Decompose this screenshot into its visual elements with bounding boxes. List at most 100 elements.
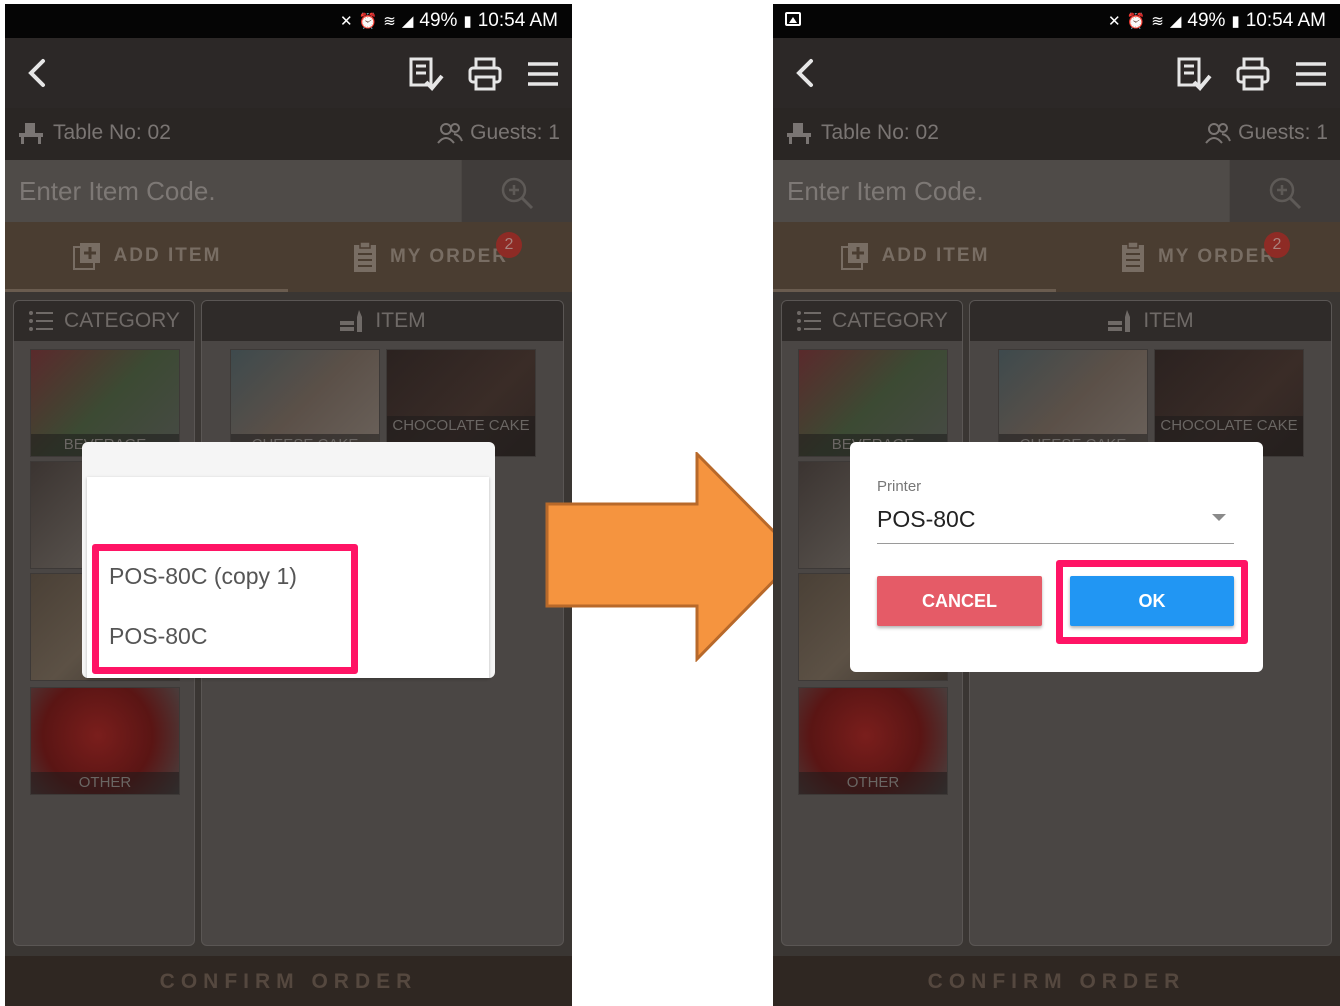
tab-add-item-label: ADD ITEM bbox=[881, 244, 990, 266]
clipboard-icon bbox=[1121, 241, 1144, 272]
back-arrow-icon[interactable] bbox=[791, 58, 821, 88]
add-box-icon bbox=[72, 242, 100, 270]
wifi-icon: ≋ bbox=[1151, 13, 1164, 30]
table-icon bbox=[787, 123, 811, 144]
category-tile-label: OTHER bbox=[799, 772, 947, 794]
food-icon bbox=[340, 310, 363, 332]
order-check-icon[interactable] bbox=[1176, 56, 1212, 92]
tab-add-item[interactable]: ADD ITEM bbox=[773, 222, 1056, 292]
tab-my-order[interactable]: MY ORDER 2 bbox=[1056, 222, 1340, 292]
item-tile-cheese-cake[interactable]: CHEESE CAKE bbox=[998, 349, 1148, 457]
confirm-order-button[interactable]: CONFIRM ORDER bbox=[5, 956, 572, 1006]
battery-level: 49% bbox=[1187, 10, 1226, 31]
item-panel-title: ITEM bbox=[1143, 309, 1194, 332]
battery-icon: ▮ bbox=[1231, 13, 1240, 30]
category-panel-title: CATEGORY bbox=[64, 309, 180, 332]
item-panel-header: ITEM bbox=[202, 301, 563, 341]
alarm-icon: ⏰ bbox=[1126, 13, 1146, 30]
food-icon bbox=[1108, 310, 1131, 332]
item-code-input[interactable] bbox=[5, 160, 461, 222]
list-icon bbox=[797, 311, 822, 331]
table-number-text: Table No: 02 bbox=[53, 121, 171, 144]
category-tile-beverage[interactable]: BEVERAGE bbox=[798, 349, 948, 457]
search-button[interactable] bbox=[462, 160, 572, 222]
cancel-button[interactable]: CANCEL bbox=[877, 576, 1042, 626]
category-tile-beverage[interactable]: BEVERAGE bbox=[30, 349, 180, 457]
dropdown-arrow-icon[interactable] bbox=[1212, 514, 1226, 521]
table-number: Table No: 02 bbox=[17, 121, 171, 145]
item-panel-header: ITEM bbox=[970, 301, 1331, 341]
zoom-in-icon bbox=[1269, 177, 1302, 210]
category-tile-other[interactable]: OTHER bbox=[798, 687, 948, 795]
app-toolbar bbox=[773, 38, 1340, 108]
menu-icon[interactable] bbox=[525, 56, 561, 92]
status-bar: ✕ ⏰ ≋ ◢ 49% ▮ 10:54 AM bbox=[773, 4, 1340, 38]
item-code-row bbox=[773, 160, 1340, 222]
printer-field-label: Printer bbox=[877, 478, 922, 495]
printer-icon[interactable] bbox=[467, 56, 503, 92]
search-button[interactable] bbox=[1230, 160, 1340, 222]
order-tabs: ADD ITEM MY ORDER 2 bbox=[5, 222, 572, 292]
category-panel-title: CATEGORY bbox=[832, 309, 948, 332]
wifi-icon: ≋ bbox=[383, 13, 396, 30]
right-arrow-icon bbox=[545, 452, 800, 662]
order-tabs: ADD ITEM MY ORDER 2 bbox=[773, 222, 1340, 292]
item-tile-chocolate-cake[interactable]: CHOCOLATE CAKE bbox=[1154, 349, 1304, 457]
order-info-bar: Table No: 02 Guests: 1 bbox=[5, 108, 572, 160]
zoom-in-icon bbox=[501, 177, 534, 210]
battery-icon: ▮ bbox=[463, 13, 472, 30]
guest-count-text: Guests: 1 bbox=[1238, 121, 1328, 144]
battery-level: 49% bbox=[419, 10, 458, 31]
category-tile-other[interactable]: OTHER bbox=[30, 687, 180, 795]
item-code-input[interactable] bbox=[773, 160, 1229, 222]
clock: 10:54 AM bbox=[1245, 10, 1326, 31]
add-box-icon bbox=[840, 242, 868, 270]
guest-count: Guests: 1 bbox=[436, 121, 560, 145]
printer-field-underline bbox=[877, 543, 1234, 544]
tab-my-order[interactable]: MY ORDER 2 bbox=[288, 222, 572, 292]
guests-icon bbox=[437, 123, 464, 144]
phone-screen-before: ✕ ⏰ ≋ ◢ 49% ▮ 10:54 AM Table No: 02 Gues bbox=[5, 4, 572, 1006]
back-arrow-icon[interactable] bbox=[23, 58, 53, 88]
phone-screen-after: ✕ ⏰ ≋ ◢ 49% ▮ 10:54 AM Table No: 02 Gues bbox=[773, 4, 1340, 1006]
alarm-icon: ⏰ bbox=[358, 13, 378, 30]
list-icon bbox=[29, 311, 54, 331]
order-info-bar: Table No: 02 Guests: 1 bbox=[773, 108, 1340, 160]
mute-icon: ✕ bbox=[340, 13, 353, 30]
printer-icon[interactable] bbox=[1235, 56, 1271, 92]
guests-icon bbox=[1205, 123, 1232, 144]
category-panel-header: CATEGORY bbox=[14, 301, 194, 341]
table-icon bbox=[19, 123, 43, 144]
printer-select[interactable]: POS-80C bbox=[877, 506, 975, 533]
guest-count-text: Guests: 1 bbox=[470, 121, 560, 144]
signal-icon: ◢ bbox=[1169, 13, 1182, 30]
order-check-icon[interactable] bbox=[408, 56, 444, 92]
menu-icon[interactable] bbox=[1293, 56, 1329, 92]
item-tile-cheese-cake[interactable]: CHEESE CAKE bbox=[230, 349, 380, 457]
signal-icon: ◢ bbox=[401, 13, 414, 30]
tab-add-item[interactable]: ADD ITEM bbox=[5, 222, 288, 292]
guest-count: Guests: 1 bbox=[1204, 121, 1328, 145]
clipboard-icon bbox=[353, 241, 376, 272]
tab-add-item-label: ADD ITEM bbox=[113, 244, 222, 266]
table-number-text: Table No: 02 bbox=[821, 121, 939, 144]
highlight-box bbox=[1056, 560, 1248, 644]
order-count-badge: 2 bbox=[496, 232, 522, 258]
status-bar: ✕ ⏰ ≋ ◢ 49% ▮ 10:54 AM bbox=[5, 4, 572, 38]
tab-my-order-label: MY ORDER bbox=[1157, 246, 1277, 267]
category-tile-label: OTHER bbox=[31, 772, 179, 794]
item-panel-title: ITEM bbox=[375, 309, 426, 332]
app-toolbar bbox=[5, 38, 572, 108]
item-code-row bbox=[5, 160, 572, 222]
table-number: Table No: 02 bbox=[785, 121, 939, 145]
gallery-icon bbox=[785, 12, 801, 26]
tutorial-composite: ✕ ⏰ ≋ ◢ 49% ▮ 10:54 AM Table No: 02 Gues bbox=[0, 0, 1340, 1006]
tab-my-order-label: MY ORDER bbox=[389, 246, 509, 267]
confirm-order-button[interactable]: CONFIRM ORDER bbox=[773, 956, 1340, 1006]
highlight-box bbox=[92, 544, 358, 674]
mute-icon: ✕ bbox=[1108, 13, 1121, 30]
order-count-badge: 2 bbox=[1264, 232, 1290, 258]
item-tile-chocolate-cake[interactable]: CHOCOLATE CAKE bbox=[386, 349, 536, 457]
clock: 10:54 AM bbox=[477, 10, 558, 31]
category-panel-header: CATEGORY bbox=[782, 301, 962, 341]
